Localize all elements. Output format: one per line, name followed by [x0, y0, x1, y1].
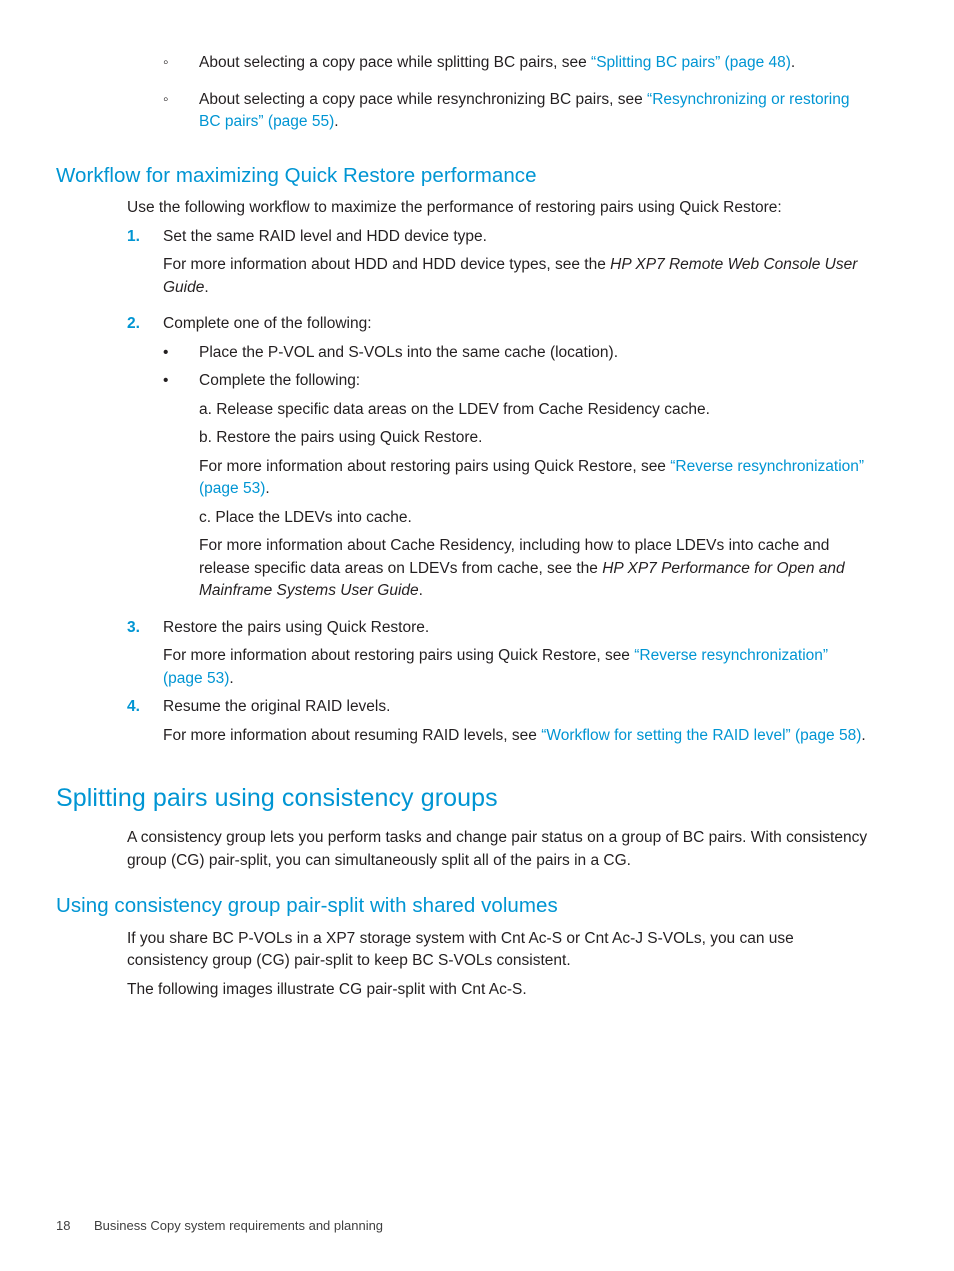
footer-chapter-title: Business Copy system requirements and pl…	[94, 1218, 384, 1233]
bullet-lead-text: About selecting a copy pace while splitt…	[199, 54, 592, 71]
step-number-4: 4.	[127, 698, 140, 716]
note-tail-text: .	[204, 278, 209, 296]
substep-c: c. Place the LDEVs into cache.	[199, 508, 412, 526]
bullet-icon: •	[163, 343, 169, 361]
note-lead-text: For more information about restoring pai…	[163, 647, 635, 665]
list-item: ◦ About selecting a copy pace while spli…	[56, 52, 868, 75]
step-text: Complete one of the following:	[163, 315, 372, 333]
workflow-intro-paragraph: Use the following workflow to maximize t…	[127, 199, 782, 217]
bullet-text: About selecting a copy pace while splitt…	[199, 52, 868, 75]
step-note: For more information about HDD and HDD d…	[163, 254, 868, 299]
note-tail-text: .	[265, 480, 270, 498]
note-tail-text: .	[418, 582, 423, 600]
bullet-icon: •	[163, 372, 169, 390]
step2-bullet-list: • Place the P-VOL and S-VOLs into the sa…	[56, 342, 868, 603]
shared-volumes-paragraph-2: The following images illustrate CG pair-…	[127, 980, 527, 998]
list-item: 3. Restore the pairs using Quick Restore…	[56, 617, 868, 691]
step-note: For more information about resuming RAID…	[163, 725, 868, 748]
list-item: 4. Resume the original RAID levels. For …	[56, 696, 868, 747]
section-heading-shared-volumes: Using consistency group pair-split with …	[56, 894, 558, 918]
cross-reference-link[interactable]: “Splitting BC pairs” (page 48)	[591, 54, 791, 71]
note-lead-text: For more information about restoring pai…	[199, 457, 671, 475]
step-note: For more information about restoring pai…	[163, 645, 868, 690]
bullet-tail-text: .	[790, 54, 796, 71]
page-footer: 18 Business Copy system requirements and …	[56, 1217, 868, 1235]
circle-bullet-icon: ◦	[163, 90, 169, 108]
step-number-3: 3.	[127, 618, 140, 636]
substep-c-note: For more information about Cache Residen…	[199, 535, 868, 603]
bullet-lead-text: About selecting a copy pace while resync…	[199, 90, 648, 108]
workflow-step-list: 1. Set the same RAID level and HDD devic…	[56, 226, 868, 748]
document-page: ◦ About selecting a copy pace while spli…	[0, 0, 954, 1271]
note-tail-text: .	[229, 669, 234, 687]
bullet-tail-text: .	[334, 113, 339, 130]
substep-a: a. Release specific data areas on the LD…	[199, 400, 710, 418]
shared-volumes-paragraph-1: If you share BC P-VOLs in a XP7 storage …	[127, 929, 794, 970]
cross-reference-link[interactable]: “Workflow for setting the RAID level” (p…	[541, 727, 861, 744]
bullet-text: Complete the following:	[199, 372, 361, 390]
substep-b: b. Restore the pairs using Quick Restore…	[199, 429, 483, 447]
circle-bullet-icon: ◦	[163, 54, 169, 71]
splitting-pairs-paragraph: A consistency group lets you perform tas…	[127, 829, 868, 869]
note-lead-text: For more information about resuming RAID…	[163, 726, 542, 744]
step-number-2: 2.	[127, 315, 140, 333]
section-heading-splitting-pairs: Splitting pairs using consistency groups	[56, 784, 498, 813]
step-text: Resume the original RAID levels.	[163, 698, 391, 716]
substep-b-note: For more information about restoring pai…	[199, 456, 868, 501]
footer-page-number: 18	[56, 1218, 71, 1233]
note-tail-text: .	[861, 726, 866, 744]
top-bullet-list: ◦ About selecting a copy pace while spli…	[56, 52, 868, 134]
list-item: 1. Set the same RAID level and HDD devic…	[56, 226, 868, 300]
list-item: • Place the P-VOL and S-VOLs into the sa…	[56, 342, 868, 365]
step-text: Set the same RAID level and HDD device t…	[163, 227, 487, 245]
bullet-text: About selecting a copy pace while resync…	[199, 89, 868, 134]
bullet-text: Place the P-VOL and S-VOLs into the same…	[199, 343, 618, 361]
list-item: • Complete the following: a. Release spe…	[56, 370, 868, 603]
list-item: 2. Complete one of the following: • Plac…	[56, 313, 868, 603]
note-lead-text: For more information about HDD and HDD d…	[163, 256, 611, 274]
page-content: ◦ About selecting a copy pace while spli…	[56, 52, 868, 1001]
section-heading-workflow: Workflow for maximizing Quick Restore pe…	[56, 163, 537, 187]
list-item: ◦ About selecting a copy pace while resy…	[56, 89, 868, 134]
step-text: Restore the pairs using Quick Restore.	[163, 618, 430, 636]
step-number-1: 1.	[127, 227, 140, 245]
